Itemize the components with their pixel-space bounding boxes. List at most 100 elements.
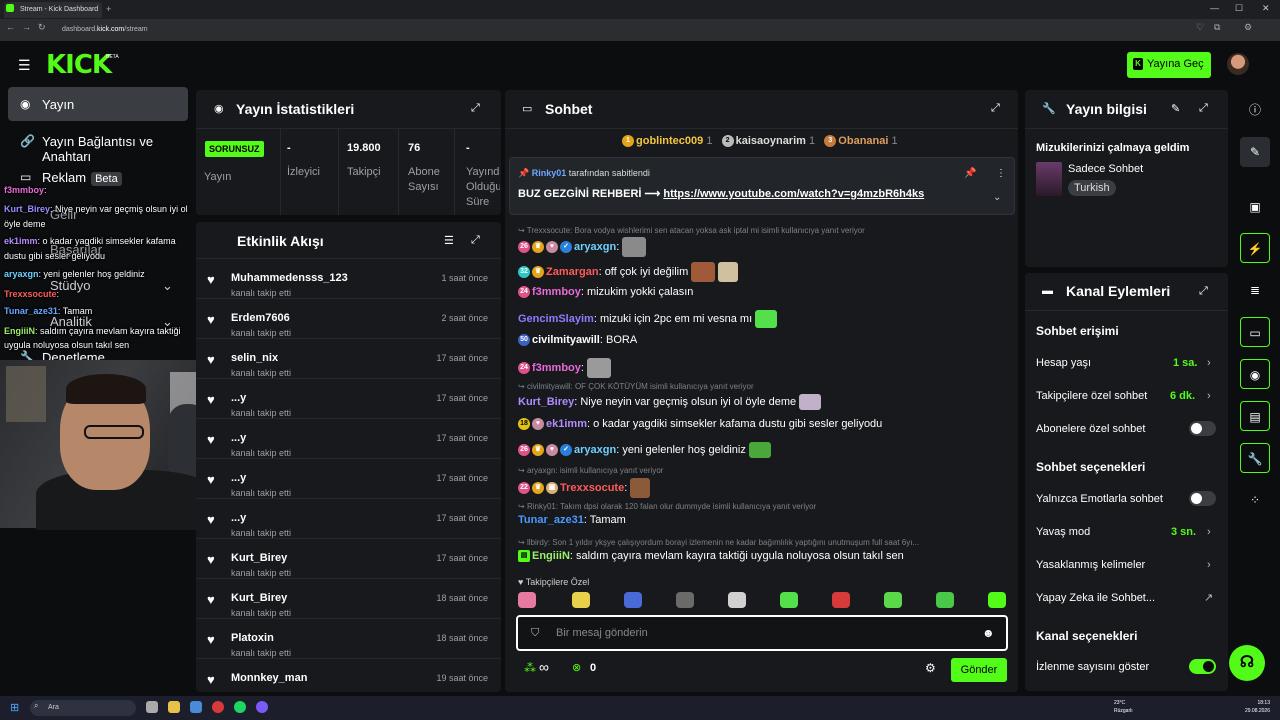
emote-person-icon[interactable] [676, 592, 694, 608]
gifter-name[interactable]: goblintec009 [636, 135, 703, 147]
lightning-icon[interactable]: ⚡ [1240, 233, 1270, 263]
chevron-right-icon[interactable]: › [1207, 357, 1211, 369]
apps-icon[interactable]: ⁘ [1240, 485, 1270, 515]
slow-mode-setting[interactable]: Yavaş mod [1036, 526, 1090, 538]
opera-icon[interactable] [212, 701, 224, 713]
emote-only-toggle[interactable] [1189, 491, 1216, 506]
filter-icon[interactable]: ☰ [444, 234, 454, 247]
activity-row[interactable]: ♥ Platoxin kanalı takip etti 18 saat önce [196, 618, 501, 658]
unpin-icon[interactable]: 📌 [964, 168, 976, 179]
emote-mario-icon[interactable] [624, 592, 642, 608]
wrench-icon[interactable]: 🔧 [1240, 443, 1270, 473]
edit-icon[interactable]: ✎ [1171, 102, 1180, 115]
emote-kick-icon[interactable] [988, 592, 1006, 608]
activity-user[interactable]: selin_nix [231, 352, 278, 364]
reload-icon[interactable]: ↻ [38, 22, 46, 33]
ai-chat-setting[interactable]: Yapay Zeka ile Sohbet... [1036, 592, 1155, 604]
expand-icon[interactable]: ⤢ [1199, 285, 1208, 298]
emote-cat-icon[interactable] [728, 592, 746, 608]
user-avatar[interactable] [1227, 53, 1249, 75]
emote-angry-icon[interactable] [832, 592, 850, 608]
subs-chat-toggle[interactable] [1189, 421, 1216, 436]
activity-user[interactable]: ...y [231, 512, 246, 524]
activity-user[interactable]: Platoxin [231, 632, 274, 644]
chat-message[interactable]: 26 ♛ ♥ ✓ aryaxgn: [518, 237, 647, 257]
emoji-picker-icon[interactable]: ☻ [982, 626, 995, 640]
chat-message[interactable]: Tunar_aze31: Tamam [518, 514, 626, 526]
activity-row[interactable]: ♥ ...y kanalı takip etti 17 saat önce [196, 418, 501, 458]
chat-message[interactable]: 18 ♥ ek1imm: o kadar yagdiki simsekler kaf… [518, 418, 882, 431]
pinned-message[interactable] [509, 157, 1015, 215]
emote-pig-icon[interactable] [518, 592, 536, 608]
chat-message[interactable]: Kurt_Birey: Niye neyin var geçmiş olsun … [518, 394, 822, 410]
hamburger-menu-icon[interactable]: ☰ [18, 57, 31, 74]
emote-banana-icon[interactable] [572, 592, 590, 608]
category-name[interactable]: Sadece Sohbet [1068, 163, 1143, 175]
activity-user[interactable]: Monnkey_man [231, 672, 307, 684]
chat-settings-icon[interactable]: ⚙ [925, 661, 936, 675]
kick-logo[interactable]: KICK [46, 50, 112, 80]
chat-message[interactable]: GencimSlayim: mizuki için 2pc em mi vesn… [518, 310, 778, 328]
activity-row[interactable]: ♥ Monnkey_man 19 saat önce [196, 658, 501, 698]
banned-words-setting[interactable]: Yasaklanmış kelimeler [1036, 559, 1145, 571]
settings-icon[interactable]: ⚙ [1244, 22, 1252, 33]
chat-message[interactable]: 32 ♛ Zamargan: off çok iyi değilim [518, 262, 739, 282]
minimize-icon[interactable]: — [1210, 3, 1219, 13]
kick-points-icon[interactable]: ⊗ [572, 661, 581, 674]
emote-smile-icon[interactable] [936, 592, 954, 608]
activity-row[interactable]: ♥ ...y kanalı takip etti 17 saat önce [196, 378, 501, 418]
users-icon[interactable]: ⁂ [524, 661, 536, 675]
support-headset-icon[interactable]: ☊ [1229, 645, 1265, 681]
activity-user[interactable]: ...y [231, 432, 246, 444]
chevron-right-icon[interactable]: › [1207, 559, 1211, 571]
chat-message[interactable]: ▤ EngiiiN: saldım çayıra mevlam kayıra ta… [518, 550, 904, 563]
weather-widget[interactable]: 23°C Rüzgarlı [1114, 699, 1133, 715]
expand-icon[interactable]: ⤢ [991, 102, 1000, 115]
followers-chat-setting[interactable]: Takipçilere özel sohbet [1036, 390, 1147, 402]
gifter-name[interactable]: Obananai [838, 135, 888, 147]
activity-user[interactable]: Kurt_Birey [231, 592, 287, 604]
chat-message[interactable]: 24 f3mmboy: mizukim yokki çalasın [518, 286, 693, 299]
chevron-down-icon[interactable]: ⌄ [993, 192, 1001, 203]
show-viewers-toggle[interactable] [1189, 659, 1216, 674]
chevron-right-icon[interactable]: › [1207, 390, 1211, 402]
store-icon[interactable] [190, 701, 202, 713]
clip-icon[interactable]: ▤ [1240, 401, 1270, 431]
extensions-icon[interactable]: ⧉ [1214, 22, 1220, 33]
play-circle-icon[interactable]: ◉ [1240, 359, 1270, 389]
category-thumbnail[interactable] [1036, 162, 1062, 196]
chat-message[interactable]: 50 civilmityawill: BORA [518, 334, 637, 347]
chevron-right-icon[interactable]: › [1207, 526, 1211, 538]
external-link-icon[interactable]: ↗ [1204, 591, 1213, 604]
expand-icon[interactable]: ⤢ [471, 234, 480, 247]
sidebar-item-stream-key[interactable]: 🔗 Yayın Bağlantısı ve Anahtarı [8, 124, 188, 164]
edit-icon[interactable]: ✎ [1240, 137, 1270, 167]
activity-row[interactable]: ♥ Muhammedensss_123 kanalı takip etti 1 saa… [196, 258, 501, 298]
url-field[interactable]: dashboard.kick.com/stream [62, 23, 148, 37]
activity-user[interactable]: Erdem7606 [231, 312, 290, 324]
send-button[interactable]: Gönder [951, 658, 1007, 682]
discord-icon[interactable] [256, 701, 268, 713]
activity-row[interactable]: ♥ selin_nix kanalı takip etti 17 saat önce [196, 338, 501, 378]
more-options-icon[interactable]: ⋮ [996, 168, 1006, 179]
emote-ghost-icon[interactable] [884, 592, 902, 608]
activity-row[interactable]: ♥ Kurt_Birey kanalı takip etti 18 saat önce [196, 578, 501, 618]
activity-user[interactable]: Kurt_Birey [231, 552, 287, 564]
browser-tab[interactable]: Stream - Kick Dashboard [4, 2, 102, 18]
activity-user[interactable]: Muhammedensss_123 [231, 272, 348, 284]
gifter-name[interactable]: kaisaoynarim [736, 135, 806, 147]
activity-row[interactable]: ♥ ...y kanalı takip etti 17 saat önce [196, 458, 501, 498]
list-icon[interactable]: ≣ [1240, 275, 1270, 305]
spotify-icon[interactable] [234, 701, 246, 713]
maximize-icon[interactable]: ☐ [1235, 3, 1243, 14]
activity-user[interactable]: ...y [231, 472, 246, 484]
chat-message[interactable]: 26 ♛ ♥ ✓ aryaxgn: yeni gelenler hoş geldiniz [518, 442, 771, 458]
back-icon[interactable]: ← [6, 22, 15, 32]
chat-message[interactable]: 24 f3mmboy: [518, 358, 611, 378]
new-tab-icon[interactable]: + [106, 4, 111, 14]
system-clock[interactable]: 18:13 29.08.2026 [1236, 699, 1270, 715]
info-icon[interactable]: ⓘ [1240, 95, 1270, 125]
video-icon[interactable]: ▣ [1240, 192, 1270, 222]
activity-row[interactable]: ♥ Kurt_Birey kanalı takip etti 17 saat önce [196, 538, 501, 578]
emote-frog-icon[interactable] [780, 592, 798, 608]
